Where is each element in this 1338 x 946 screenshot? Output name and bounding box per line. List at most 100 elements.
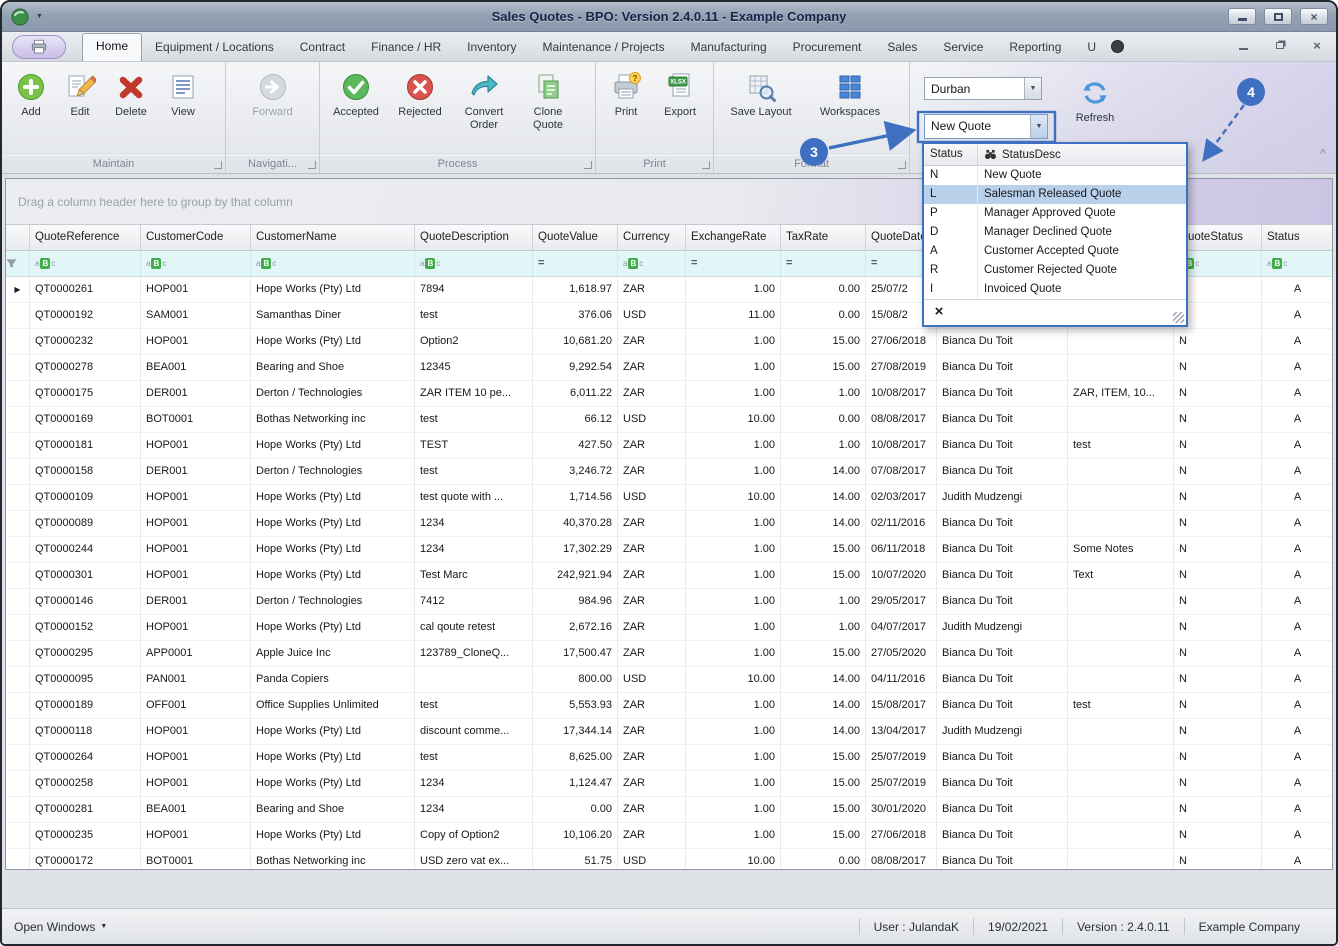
cell-ref[interactable]: QT0000232: [30, 329, 141, 355]
cell-ref[interactable]: QT0000278: [30, 355, 141, 381]
cell-code[interactable]: HOP001: [141, 433, 251, 459]
table-row[interactable]: QT0000152 HOP001 Hope Works (Pty) Ltd cal q…: [6, 615, 1332, 641]
cell-quoteStatus[interactable]: N: [1174, 641, 1262, 667]
cell-name[interactable]: Hope Works (Pty) Ltd: [251, 615, 415, 641]
table-row[interactable]: QT0000258 HOP001 Hope Works (Pty) Ltd 1234 1…: [6, 771, 1332, 797]
cell-status[interactable]: A: [1262, 615, 1332, 641]
cell-status[interactable]: A: [1262, 667, 1332, 693]
cell-date[interactable]: 04/07/2017: [866, 615, 937, 641]
cell-quoteStatus[interactable]: N: [1174, 381, 1262, 407]
cell-taxRate[interactable]: 0.00: [781, 849, 866, 869]
cell-taxRate[interactable]: 0.00: [781, 277, 866, 303]
cell-name[interactable]: Hope Works (Pty) Ltd: [251, 329, 415, 355]
cell-salesman[interactable]: Bianca Du Toit: [937, 823, 1068, 849]
refresh-button[interactable]: Refresh: [1064, 78, 1126, 124]
cell-status[interactable]: A: [1262, 407, 1332, 433]
cell-code[interactable]: HOP001: [141, 329, 251, 355]
export-button[interactable]: XLSX Export: [652, 66, 708, 121]
text-filter-type-icon[interactable]: aBc: [256, 251, 276, 276]
cell-desc[interactable]: test: [415, 459, 533, 485]
cell-value[interactable]: 984.96: [533, 589, 618, 615]
table-row[interactable]: QT0000172 BOT0001 Bothas Networking inc USD…: [6, 849, 1332, 869]
text-filter-type-icon[interactable]: aBc: [146, 251, 166, 276]
cell-code[interactable]: DER001: [141, 381, 251, 407]
cell-name[interactable]: Hope Works (Pty) Ltd: [251, 277, 415, 303]
cell-quoteStatus[interactable]: N: [1174, 407, 1262, 433]
cell-currency[interactable]: ZAR: [618, 277, 686, 303]
table-row[interactable]: QT0000264 HOP001 Hope Works (Pty) Ltd test 8…: [6, 745, 1332, 771]
cell-quoteStatus[interactable]: N: [1174, 771, 1262, 797]
column-header-exchangeRate[interactable]: ExchangeRate: [686, 225, 781, 251]
cell-ref[interactable]: QT0000169: [30, 407, 141, 433]
cell-status[interactable]: A: [1262, 693, 1332, 719]
clone-quote-button[interactable]: Clone Quote: [516, 66, 580, 133]
equals-filter-type-icon[interactable]: =: [691, 251, 697, 276]
cell-notes[interactable]: ZAR, ITEM, 10...: [1068, 381, 1174, 407]
cell-salesman[interactable]: Bianca Du Toit: [937, 329, 1068, 355]
column-header-currency[interactable]: Currency: [618, 225, 686, 251]
cell-taxRate[interactable]: 15.00: [781, 823, 866, 849]
cell-status[interactable]: A: [1262, 537, 1332, 563]
filter-cell-exchangeRate[interactable]: =: [686, 251, 781, 277]
cell-status[interactable]: A: [1262, 797, 1332, 823]
cell-taxRate[interactable]: 15.00: [781, 537, 866, 563]
resize-grip[interactable]: [1173, 312, 1184, 323]
cell-notes[interactable]: test: [1068, 433, 1174, 459]
cell-salesman[interactable]: Bianca Du Toit: [937, 641, 1068, 667]
cell-currency[interactable]: ZAR: [618, 615, 686, 641]
status-desc-column-header[interactable]: StatusDesc: [978, 144, 1186, 165]
cell-currency[interactable]: ZAR: [618, 563, 686, 589]
cell-name[interactable]: Hope Works (Pty) Ltd: [251, 771, 415, 797]
text-filter-type-icon[interactable]: aBc: [420, 251, 440, 276]
cell-code[interactable]: HOP001: [141, 745, 251, 771]
cell-desc[interactable]: 12345: [415, 355, 533, 381]
status-option-P[interactable]: P Manager Approved Quote: [924, 204, 1186, 223]
cell-taxRate[interactable]: 14.00: [781, 719, 866, 745]
cell-exchangeRate[interactable]: 1.00: [686, 329, 781, 355]
cell-exchangeRate[interactable]: 1.00: [686, 381, 781, 407]
forward-button[interactable]: Forward: [238, 66, 308, 121]
cell-value[interactable]: 8,625.00: [533, 745, 618, 771]
cell-ref[interactable]: QT0000152: [30, 615, 141, 641]
column-header-code[interactable]: CustomerCode: [141, 225, 251, 251]
cell-date[interactable]: 30/01/2020: [866, 797, 937, 823]
table-row[interactable]: QT0000235 HOP001 Hope Works (Pty) Ltd Copy …: [6, 823, 1332, 849]
cell-value[interactable]: 0.00: [533, 797, 618, 823]
table-row[interactable]: QT0000232 HOP001 Hope Works (Pty) Ltd Optio…: [6, 329, 1332, 355]
cell-taxRate[interactable]: 15.00: [781, 745, 866, 771]
dialog-launcher-icon[interactable]: [898, 161, 906, 169]
cell-taxRate[interactable]: 15.00: [781, 563, 866, 589]
text-filter-type-icon[interactable]: aBc: [35, 251, 55, 276]
cell-notes[interactable]: [1068, 459, 1174, 485]
cell-name[interactable]: Bothas Networking inc: [251, 849, 415, 869]
cell-desc[interactable]: Copy of Option2: [415, 823, 533, 849]
cell-quoteStatus[interactable]: N: [1174, 589, 1262, 615]
cell-desc[interactable]: 1234: [415, 511, 533, 537]
cell-ref[interactable]: QT0000301: [30, 563, 141, 589]
cell-status[interactable]: A: [1262, 849, 1332, 869]
cell-notes[interactable]: [1068, 667, 1174, 693]
table-row[interactable]: QT0000175 DER001 Derton / Technologies ZAR …: [6, 381, 1332, 407]
table-row[interactable]: QT0000295 APP0001 Apple Juice Inc 123789_Cl…: [6, 641, 1332, 667]
cell-code[interactable]: PAN001: [141, 667, 251, 693]
cell-name[interactable]: Bearing and Shoe: [251, 797, 415, 823]
table-row[interactable]: QT0000181 HOP001 Hope Works (Pty) Ltd TEST 4…: [6, 433, 1332, 459]
cell-currency[interactable]: USD: [618, 303, 686, 329]
cell-date[interactable]: 27/05/2020: [866, 641, 937, 667]
cell-taxRate[interactable]: 1.00: [781, 381, 866, 407]
cell-salesman[interactable]: Bianca Du Toit: [937, 589, 1068, 615]
cell-date[interactable]: 04/11/2016: [866, 667, 937, 693]
cell-taxRate[interactable]: 15.00: [781, 329, 866, 355]
cell-date[interactable]: 02/11/2016: [866, 511, 937, 537]
filter-cell-ref[interactable]: aBc: [30, 251, 141, 277]
tab-procurement[interactable]: Procurement: [780, 35, 875, 61]
cell-desc[interactable]: USD zero vat ex...: [415, 849, 533, 869]
cell-name[interactable]: Samanthas Diner: [251, 303, 415, 329]
cell-currency[interactable]: ZAR: [618, 693, 686, 719]
status-option-A[interactable]: A Customer Accepted Quote: [924, 242, 1186, 261]
cell-desc[interactable]: cal qoute retest: [415, 615, 533, 641]
cell-status[interactable]: A: [1262, 511, 1332, 537]
cell-status[interactable]: A: [1262, 823, 1332, 849]
column-header-desc[interactable]: QuoteDescription: [415, 225, 533, 251]
cell-notes[interactable]: [1068, 511, 1174, 537]
